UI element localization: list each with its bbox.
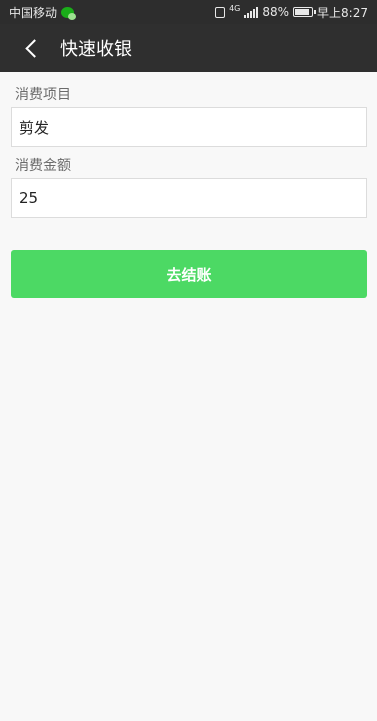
item-label: 消费项目	[15, 87, 71, 103]
status-right: 4G 88% 早上8:27	[215, 0, 368, 24]
carrier-name: 中国移动	[9, 5, 58, 20]
page-title: 快速收银	[60, 39, 132, 60]
app-bar: 快速收银	[0, 24, 377, 72]
clock: 早上8:27	[317, 5, 368, 20]
checkout-button[interactable]: 去结账	[11, 250, 367, 298]
vibrate-icon	[215, 6, 226, 18]
wechat-notification-icon	[61, 6, 77, 20]
amount-input[interactable]	[11, 178, 367, 218]
back-button[interactable]	[22, 24, 62, 72]
status-bar: 中国移动 4G 88% 早上8:27	[0, 0, 377, 24]
item-input[interactable]	[11, 107, 367, 147]
signal-icon	[244, 6, 259, 18]
amount-label: 消费金额	[15, 158, 71, 174]
chevron-left-icon	[25, 38, 44, 58]
battery-icon	[293, 7, 317, 17]
status-left: 中国移动	[9, 0, 77, 24]
network-type-label: 4G	[229, 4, 241, 13]
battery-percent: 88%	[262, 5, 290, 19]
